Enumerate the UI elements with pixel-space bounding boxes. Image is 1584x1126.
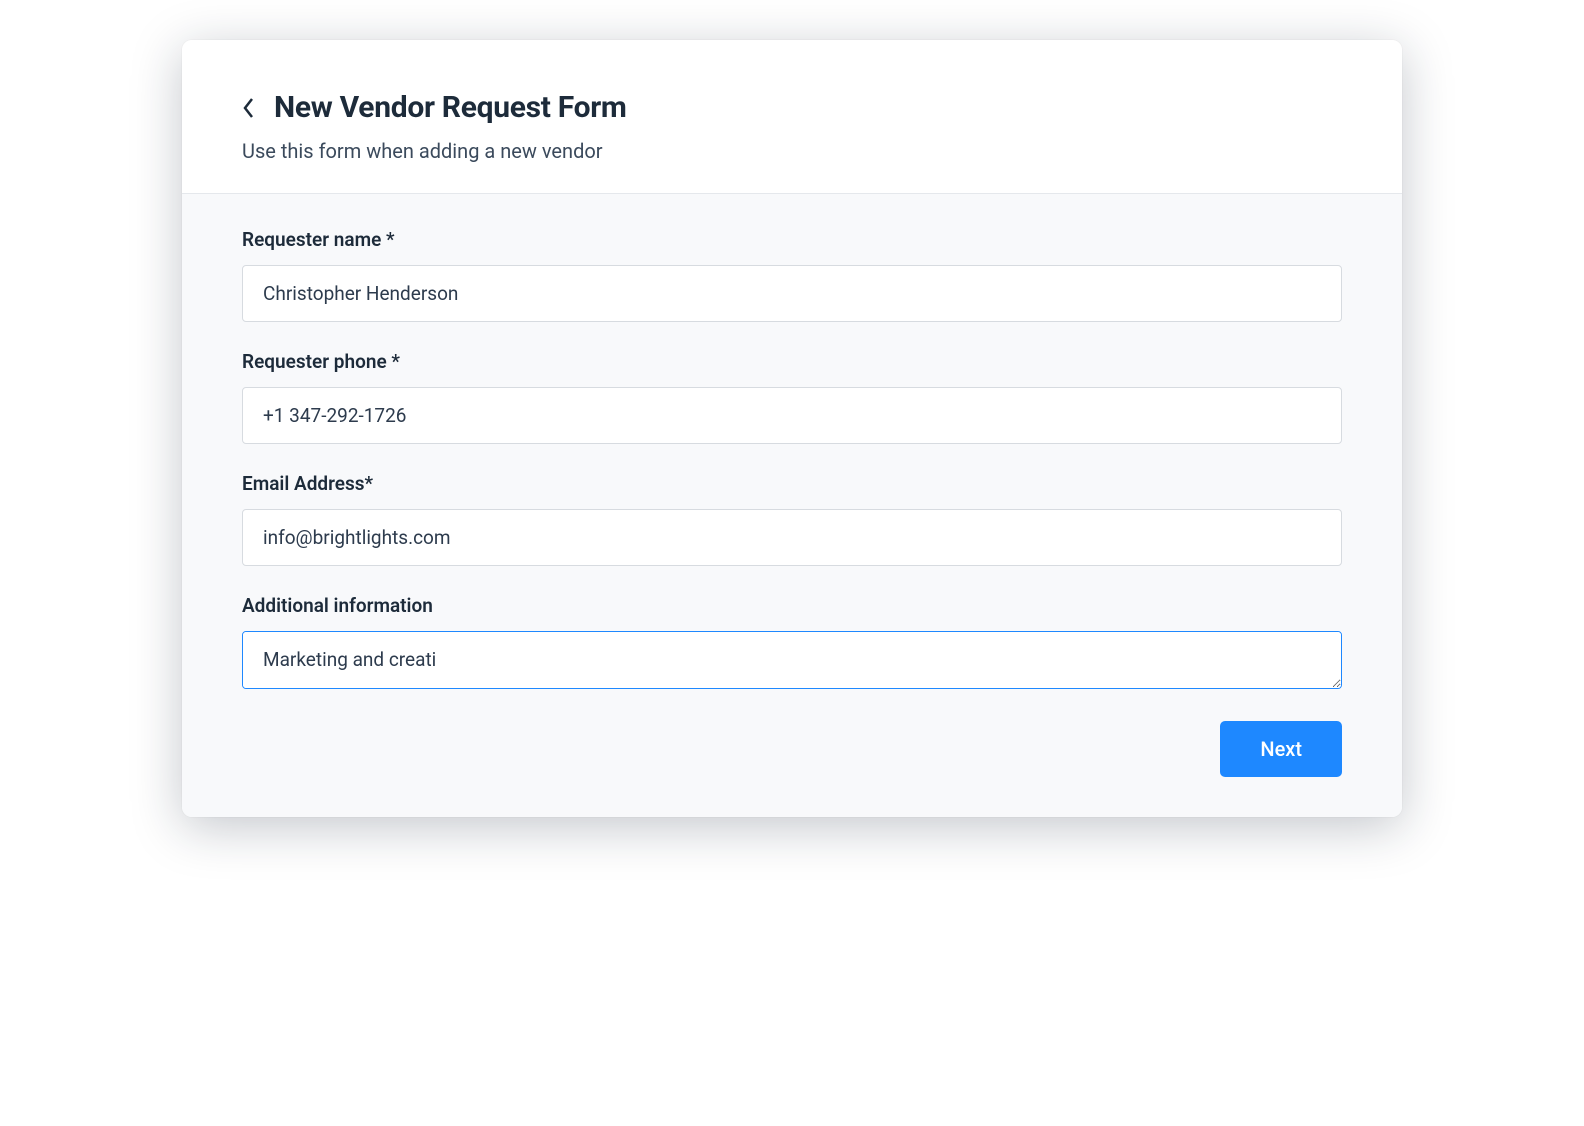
card-body: Requester name * Requester phone * Email… — [182, 194, 1402, 817]
title-row: New Vendor Request Form — [242, 90, 1342, 125]
card-header: New Vendor Request Form Use this form wh… — [182, 40, 1402, 194]
page-title: New Vendor Request Form — [274, 90, 627, 125]
email-input[interactable] — [242, 509, 1342, 566]
additional-info-group: Additional information — [242, 594, 1342, 693]
requester-phone-input[interactable] — [242, 387, 1342, 444]
button-row: Next — [242, 721, 1342, 777]
requester-name-label: Requester name * — [242, 228, 1342, 251]
requester-name-input[interactable] — [242, 265, 1342, 322]
additional-info-textarea[interactable] — [242, 631, 1342, 689]
form-card: New Vendor Request Form Use this form wh… — [182, 40, 1402, 817]
requester-name-group: Requester name * — [242, 228, 1342, 322]
page-subtitle: Use this form when adding a new vendor — [242, 139, 1342, 163]
email-label: Email Address* — [242, 472, 1342, 495]
requester-phone-label: Requester phone * — [242, 350, 1342, 373]
email-group: Email Address* — [242, 472, 1342, 566]
back-icon[interactable] — [242, 97, 256, 119]
additional-info-label: Additional information — [242, 594, 1342, 617]
next-button[interactable]: Next — [1220, 721, 1342, 777]
requester-phone-group: Requester phone * — [242, 350, 1342, 444]
